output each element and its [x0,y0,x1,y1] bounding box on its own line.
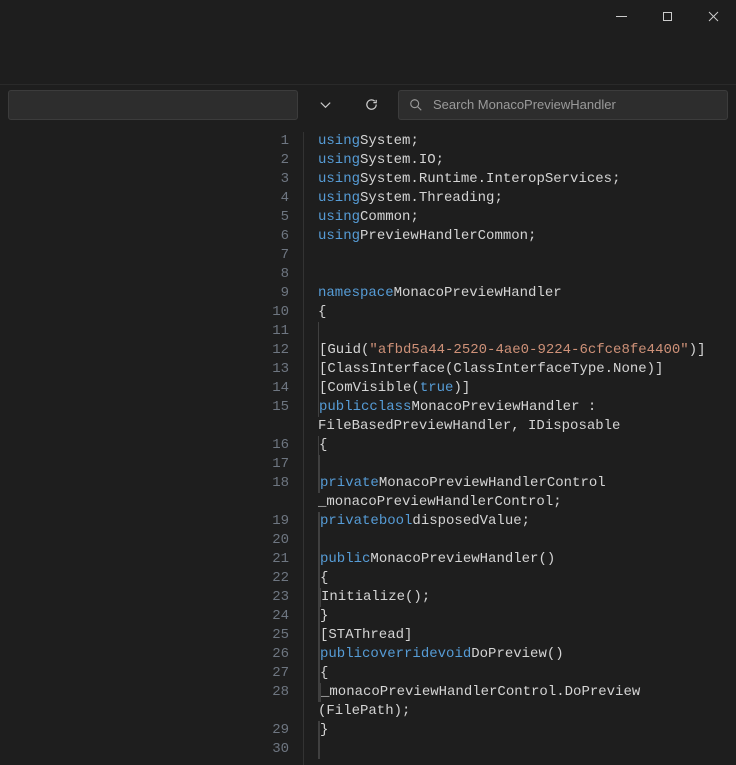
line-number: 23 [266,588,289,607]
code-line[interactable]: { [318,569,736,588]
code-line[interactable]: using System.IO; [318,151,736,170]
code-line[interactable]: using System.Runtime.InteropServices; [318,170,736,189]
code-line[interactable]: public override void DoPreview() [318,645,736,664]
code-line[interactable]: public MonacoPreviewHandler() [318,550,736,569]
code-line[interactable]: Initialize(); [318,588,736,607]
maximize-icon [662,11,673,22]
line-number: 7 [266,246,289,265]
code-line[interactable] [318,455,736,474]
code-line[interactable]: _monacoPreviewHandlerControl.DoPreview [318,683,736,702]
line-number: 27 [266,664,289,683]
indent-guide [319,740,320,759]
line-number: 6 [266,227,289,246]
editor-left-pad [0,132,266,765]
line-number-gutter: 1234567891011121314151617181920212223242… [266,132,304,765]
code-line[interactable]: { [318,436,736,455]
code-editor[interactable]: 1234567891011121314151617181920212223242… [0,132,736,765]
dropdown-button[interactable] [306,86,344,124]
indent-guide [319,531,320,550]
code-line[interactable]: { [318,303,736,322]
search-placeholder: Search MonacoPreviewHandler [433,97,616,112]
code-content[interactable]: using System;using System.IO;using Syste… [304,132,736,765]
code-line[interactable]: using PreviewHandlerCommon; [318,227,736,246]
line-number: 24 [266,607,289,626]
code-line[interactable] [318,265,736,284]
line-number: 30 [266,740,289,759]
minimize-button[interactable] [598,0,644,32]
line-number: 29 [266,721,289,740]
code-line[interactable]: using Common; [318,208,736,227]
code-line[interactable]: [Guid("afbd5a44-2520-4ae0-9224-6cfce8fe4… [318,341,736,360]
line-number [266,417,289,436]
line-number: 1 [266,132,289,151]
line-number: 19 [266,512,289,531]
code-line[interactable]: public class MonacoPreviewHandler : [318,398,736,417]
line-number: 3 [266,170,289,189]
line-number: 11 [266,322,289,341]
line-number: 5 [266,208,289,227]
code-line[interactable]: private MonacoPreviewHandlerControl [318,474,736,493]
code-line[interactable] [318,246,736,265]
minimize-icon [616,11,627,22]
line-number: 10 [266,303,289,322]
line-number: 8 [266,265,289,284]
code-line[interactable] [318,322,736,341]
code-line[interactable]: [STAThread] [318,626,736,645]
code-line[interactable]: [ComVisible(true)] [318,379,736,398]
header-spacer [0,32,736,84]
code-line[interactable]: [ClassInterface(ClassInterfaceType.None)… [318,360,736,379]
line-number: 9 [266,284,289,303]
code-line[interactable] [318,740,736,759]
line-number: 26 [266,645,289,664]
search-icon [409,98,423,112]
window-titlebar [0,0,736,32]
code-line-continuation[interactable]: FileBasedPreviewHandler, IDisposable [318,417,736,436]
line-number: 16 [266,436,289,455]
line-number: 13 [266,360,289,379]
indent-guide [319,455,320,474]
line-number: 15 [266,398,289,417]
line-number: 18 [266,474,289,493]
code-line-continuation[interactable]: (FilePath); [318,702,736,721]
line-number [266,493,289,512]
line-number: 2 [266,151,289,170]
refresh-button[interactable] [352,86,390,124]
line-number: 12 [266,341,289,360]
line-number: 28 [266,683,289,702]
code-line[interactable]: } [318,721,736,740]
address-input[interactable] [8,90,298,120]
code-line[interactable]: using System.Threading; [318,189,736,208]
code-line[interactable]: namespace MonacoPreviewHandler [318,284,736,303]
close-button[interactable] [690,0,736,32]
line-number: 22 [266,569,289,588]
search-input[interactable]: Search MonacoPreviewHandler [398,90,728,120]
code-line[interactable]: using System; [318,132,736,151]
line-number [266,702,289,721]
indent-guide [318,322,319,341]
code-line-continuation[interactable]: _monacoPreviewHandlerControl; [318,493,736,512]
code-line[interactable] [318,531,736,550]
line-number: 4 [266,189,289,208]
close-icon [708,11,719,22]
maximize-button[interactable] [644,0,690,32]
code-line[interactable]: { [318,664,736,683]
line-number: 14 [266,379,289,398]
code-line[interactable]: } [318,607,736,626]
line-number: 25 [266,626,289,645]
code-line[interactable]: private bool disposedValue; [318,512,736,531]
refresh-icon [364,97,379,112]
line-number: 17 [266,455,289,474]
line-number: 21 [266,550,289,569]
line-number: 20 [266,531,289,550]
chevron-down-icon [318,97,333,112]
toolbar: Search MonacoPreviewHandler [0,84,736,124]
